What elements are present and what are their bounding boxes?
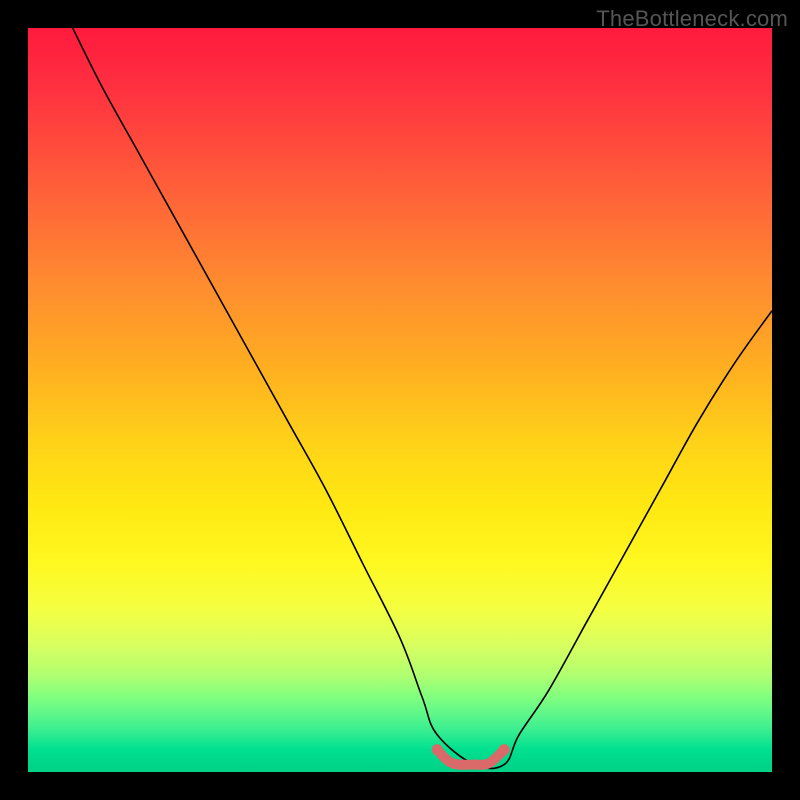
chart-plot-area	[28, 28, 772, 772]
chart-svg	[28, 28, 772, 772]
watermark-text: TheBottleneck.com	[596, 6, 788, 32]
chart-marker-left	[432, 744, 443, 755]
chart-curve	[73, 28, 772, 769]
chart-optimal-range	[437, 750, 504, 765]
chart-marker-right	[499, 744, 510, 755]
